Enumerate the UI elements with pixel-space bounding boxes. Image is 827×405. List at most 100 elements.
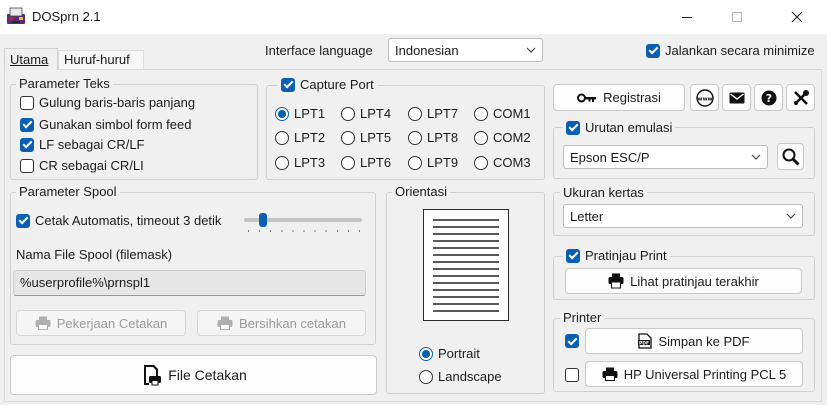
paper-size-value: Letter [570, 208, 604, 224]
paper-size-select[interactable]: Letter [563, 204, 803, 228]
emulation-checkbox[interactable] [566, 120, 580, 135]
emulation-toggle[interactable]: Urutan emulasi [563, 120, 676, 135]
spool-file-input[interactable]: %userprofile%\prnspl1 [13, 270, 366, 296]
timeout-slider[interactable] [244, 210, 366, 234]
option-form-feed[interactable]: Gunakan simbol form feed [20, 117, 191, 132]
pdf-icon: PDF [638, 333, 653, 349]
port-radio[interactable] [341, 130, 355, 145]
cr-crli-label: CR sebagai CR/LI [39, 158, 144, 173]
settings-button[interactable] [786, 84, 815, 111]
port-lpt9[interactable]: LPT9 [408, 155, 458, 170]
print-jobs-button[interactable]: Pekerjaan Cetakan [16, 310, 186, 336]
run-minimized-label: Jalankan secara minimize [665, 43, 815, 58]
option-lf-crlf[interactable]: LF sebagai CR/LF [20, 137, 145, 152]
svg-text:?: ? [765, 92, 771, 105]
printer-icon [602, 367, 618, 381]
port-lpt1[interactable]: LPT1 [275, 106, 325, 121]
port-radio[interactable] [341, 155, 355, 170]
landscape-label: Landscape [438, 369, 502, 384]
port-label: LPT5 [360, 130, 392, 145]
cr-crli-checkbox[interactable] [20, 158, 34, 173]
tab-utama[interactable]: Utama [4, 48, 58, 70]
port-radio[interactable] [341, 106, 355, 121]
printer-device-button[interactable]: HP Universal Printing PCL 5 [585, 361, 803, 387]
chevron-down-icon [786, 213, 796, 219]
slider-thumb[interactable] [258, 213, 267, 227]
port-lpt8[interactable]: LPT8 [408, 130, 458, 145]
port-com2[interactable]: COM2 [474, 130, 531, 145]
view-last-preview-label: Lihat pratinjau terakhir [630, 273, 759, 289]
email-button[interactable] [722, 84, 751, 111]
port-lpt7[interactable]: LPT7 [408, 106, 458, 121]
save-pdf-checkbox[interactable] [565, 334, 579, 348]
spool-title: Parameter Spool [16, 184, 120, 199]
port-radio[interactable] [474, 155, 488, 170]
maximize-button[interactable] [714, 0, 760, 34]
port-label: LPT2 [294, 130, 326, 145]
clear-prints-button[interactable]: Bersihkan cetakan [197, 310, 366, 336]
port-radio[interactable] [408, 106, 422, 121]
port-radio[interactable] [474, 130, 488, 145]
landscape-radio[interactable] [419, 369, 433, 384]
port-radio[interactable] [408, 130, 422, 145]
run-minimized-option[interactable]: Jalankan secara minimize [646, 43, 815, 58]
port-lpt6[interactable]: LPT6 [341, 155, 391, 170]
run-minimized-checkbox[interactable] [646, 43, 660, 58]
port-radio[interactable] [408, 155, 422, 170]
port-radio[interactable] [474, 106, 488, 121]
option-cr-crli[interactable]: CR sebagai CR/LI [20, 158, 144, 173]
orientation-portrait[interactable]: Portrait [419, 346, 480, 361]
save-pdf-label: Simpan ke PDF [658, 333, 750, 349]
port-label: LPT8 [427, 130, 459, 145]
wrap-lines-checkbox[interactable] [20, 95, 34, 110]
emulation-search-button[interactable] [777, 143, 804, 170]
page-lines-icon [433, 219, 499, 312]
port-lpt4[interactable]: LPT4 [341, 106, 391, 121]
port-lpt5[interactable]: LPT5 [341, 130, 391, 145]
option-wrap-lines[interactable]: Gulung baris-baris panjang [20, 95, 195, 110]
app-icon [6, 6, 26, 26]
registrasi-button[interactable]: Registrasi [553, 84, 685, 111]
lf-crlf-checkbox[interactable] [20, 137, 34, 152]
port-com3[interactable]: COM3 [474, 155, 531, 170]
capture-port-toggle[interactable]: Capture Port [278, 77, 377, 92]
port-radio[interactable] [275, 130, 289, 145]
form-feed-checkbox[interactable] [20, 117, 34, 132]
save-pdf-button[interactable]: PDF Simpan ke PDF [585, 328, 803, 354]
interface-language-label: Interface language [265, 43, 373, 58]
port-label: COM2 [493, 130, 531, 145]
svg-text:PDF: PDF [639, 340, 649, 346]
port-radio[interactable] [275, 106, 289, 121]
capture-port-checkbox[interactable] [281, 77, 295, 92]
website-button[interactable]: www [690, 84, 719, 111]
printer-device-checkbox[interactable] [565, 368, 579, 382]
orientation-landscape[interactable]: Landscape [419, 369, 502, 384]
print-file-button[interactable]: File Cetakan [10, 355, 377, 395]
port-radio[interactable] [275, 155, 289, 170]
www-icon: www [695, 88, 714, 107]
portrait-radio[interactable] [419, 346, 433, 361]
help-button[interactable]: ? [754, 84, 783, 111]
port-label: LPT7 [427, 106, 459, 121]
preview-checkbox[interactable] [566, 248, 580, 263]
printer-icon [217, 316, 233, 330]
title-bar: DOSprn 2.1 [0, 0, 827, 34]
form-feed-label: Gunakan simbol form feed [39, 117, 192, 132]
minimize-button[interactable] [664, 0, 710, 34]
port-com1[interactable]: COM1 [474, 106, 531, 121]
print-file-icon [144, 365, 162, 386]
paper-size-title: Ukuran kertas [560, 185, 647, 200]
printer-icon [35, 316, 51, 330]
port-lpt2[interactable]: LPT2 [275, 130, 325, 145]
preview-toggle[interactable]: Pratinjau Print [563, 248, 670, 263]
tab-huruf-huruf[interactable]: Huruf-huruf [58, 50, 144, 69]
view-last-preview-button[interactable]: Lihat pratinjau terakhir [565, 268, 802, 294]
close-button[interactable] [774, 0, 820, 34]
port-lpt3[interactable]: LPT3 [275, 155, 325, 170]
interface-language-select[interactable]: Indonesian [388, 38, 543, 62]
port-label: COM3 [493, 155, 531, 170]
auto-print-checkbox[interactable] [16, 213, 30, 228]
auto-print-option[interactable]: Cetak Automatis, timeout 3 detik [16, 213, 221, 228]
printer-device-label: HP Universal Printing PCL 5 [623, 366, 787, 382]
emulation-select[interactable]: Epson ESC/P [563, 145, 768, 169]
